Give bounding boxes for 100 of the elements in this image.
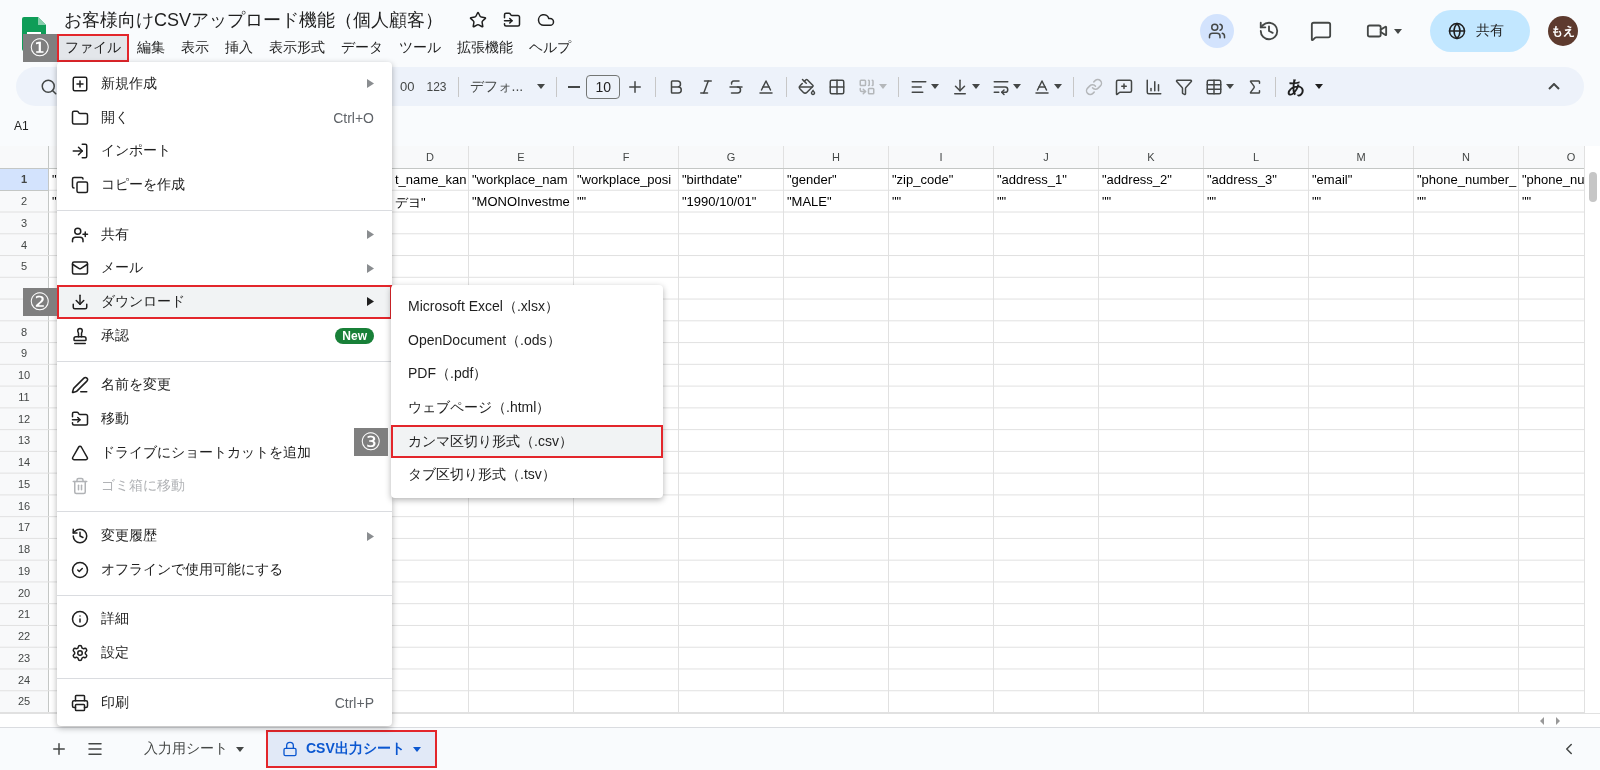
menu-item[interactable]: PDF（.pdf） — [391, 357, 663, 392]
scrollbar-thumb[interactable] — [1588, 172, 1597, 202]
menu-bar-item[interactable]: 挿入 — [217, 34, 261, 62]
row-header[interactable]: 11 — [0, 386, 49, 409]
menu-item[interactable]: インポート — [57, 134, 189, 169]
table-cell-text: "" — [1101, 192, 1113, 211]
column-header[interactable]: L — [1204, 146, 1309, 169]
menu-item[interactable]: 共有 — [57, 217, 392, 252]
column-header[interactable]: E — [469, 146, 574, 169]
menu-item[interactable]: ダウンロード — [57, 285, 392, 319]
row-header[interactable]: 14 — [0, 451, 49, 474]
menu-item[interactable]: 印刷 Ctrl+P — [57, 686, 392, 720]
people-button[interactable] — [1200, 14, 1234, 48]
column-header[interactable]: H — [784, 146, 889, 169]
table-cell-text: "address_1" — [996, 171, 1068, 189]
menu-bar-item[interactable]: 表示形式 — [261, 34, 333, 62]
import-arrow-icon — [71, 142, 89, 161]
download-icon — [71, 292, 89, 311]
row-header[interactable]: 25 — [0, 691, 49, 713]
column-header[interactable]: N — [1414, 146, 1519, 169]
row-header[interactable]: 1 — [0, 169, 49, 191]
menu-item[interactable]: タブ区切り形式（.tsv） — [391, 458, 663, 493]
menu-item[interactable]: 承認 New — [57, 318, 392, 353]
menu-item[interactable]: 移動 — [57, 402, 147, 436]
menu-item[interactable]: ウェブページ（.html） — [391, 391, 663, 425]
menu-bar-item[interactable]: データ — [333, 34, 391, 62]
menu-item[interactable]: ドライブにショートカットを追加 — [57, 435, 329, 470]
decimal-button[interactable]: 00 — [394, 72, 421, 101]
row-header[interactable]: 21 — [0, 604, 49, 626]
document-title[interactable]: お客様向けCSVアップロード機能（個人顧客） — [64, 8, 443, 32]
all-sheets-button[interactable] — [86, 740, 104, 758]
triangle-icon — [71, 443, 89, 462]
add-sheet-button[interactable] — [50, 740, 68, 758]
cloud-icon[interactable] — [537, 11, 555, 29]
table-cell-text: "birthdate" — [681, 171, 743, 189]
row-header[interactable]: 3 — [0, 212, 49, 235]
menu-item[interactable]: OpenDocument（.ods） — [391, 323, 663, 358]
font-size-field[interactable]: 10 — [586, 74, 621, 99]
menu-item[interactable]: カンマ区切り形式（.csv） — [391, 424, 663, 459]
row-header[interactable]: 15 — [0, 473, 49, 496]
share-button[interactable]: 共有 — [1430, 10, 1530, 52]
row-header[interactable]: 5 — [0, 256, 49, 278]
menu-item[interactable]: 変更履歴 — [57, 519, 392, 553]
row-header[interactable]: 18 — [0, 538, 49, 561]
menu-bar-item[interactable]: 拡張機能 — [449, 34, 521, 62]
shortcut-text: Ctrl+O — [333, 109, 374, 126]
row-header[interactable]: 22 — [0, 625, 49, 648]
move-folder-icon[interactable] — [503, 11, 521, 29]
row-header[interactable]: 13 — [0, 430, 49, 452]
menu-item[interactable]: Microsoft Excel（.xlsx） — [391, 290, 663, 324]
menu-bar-item[interactable]: ツール — [391, 34, 449, 62]
menu-bar-item[interactable]: ヘルプ — [521, 34, 579, 62]
search-icon — [40, 77, 58, 96]
column-header[interactable]: F — [574, 146, 679, 169]
column-header[interactable]: O — [1519, 146, 1584, 169]
text-rotation-icon — [1033, 77, 1052, 96]
table-cell-text: "address_2" — [1101, 171, 1173, 189]
caret-icon — [1394, 28, 1402, 34]
menu-bar-item[interactable]: 編集 — [129, 34, 173, 62]
number-format-button[interactable]: 123 — [420, 72, 453, 101]
row-header[interactable]: 2 — [0, 190, 49, 213]
star-icon[interactable] — [469, 11, 487, 29]
row-header[interactable]: 9 — [0, 343, 49, 365]
sheet-tab[interactable]: CSV出力シート — [266, 730, 437, 768]
menu-item[interactable]: 名前を変更 — [57, 368, 189, 403]
row-header[interactable]: 16 — [0, 495, 49, 517]
input-tools-button[interactable]: あ — [1281, 72, 1330, 101]
menu-bar-item[interactable]: ファイル — [57, 34, 129, 62]
menu-item[interactable]: オフラインで使用可能にする — [57, 552, 301, 587]
menu-item[interactable]: コピーを作成 — [57, 168, 203, 202]
caret-icon — [236, 746, 244, 752]
sheet-tab[interactable]: 入力用シート — [128, 730, 260, 768]
menu-item[interactable]: 新規作成 — [57, 67, 392, 101]
column-header[interactable]: J — [994, 146, 1099, 169]
menu-item[interactable]: 設定 — [57, 636, 147, 670]
row-header[interactable]: 8 — [0, 321, 49, 343]
table-cell-text: t_name_kan — [394, 171, 468, 189]
menu-bar-item[interactable]: 表示 — [173, 34, 217, 62]
row-header[interactable]: 4 — [0, 234, 49, 256]
row-header[interactable]: 20 — [0, 582, 49, 604]
menu-item[interactable]: 詳細 — [57, 602, 147, 637]
name-box[interactable]: A1 — [14, 119, 29, 133]
column-header[interactable]: D — [392, 146, 469, 169]
column-header[interactable]: K — [1099, 146, 1204, 169]
row-header[interactable]: 23 — [0, 647, 49, 670]
column-header[interactable]: G — [679, 146, 784, 169]
row-header[interactable]: 10 — [0, 364, 49, 387]
copy-icon — [71, 175, 89, 194]
column-header[interactable]: M — [1309, 146, 1414, 169]
row-header[interactable]: 19 — [0, 560, 49, 583]
menu-item[interactable]: メール — [57, 251, 392, 286]
table-cell-text: "" — [1416, 192, 1428, 211]
row-header[interactable]: 17 — [0, 517, 49, 539]
mail-icon — [71, 259, 89, 278]
menu-item[interactable]: 開く Ctrl+O — [57, 100, 392, 135]
font-dropdown[interactable]: デフォ... — [463, 72, 552, 101]
avatar[interactable]: もえ — [1548, 16, 1578, 46]
row-header[interactable]: 24 — [0, 669, 49, 691]
row-header[interactable]: 12 — [0, 408, 49, 430]
column-header[interactable]: I — [889, 146, 994, 169]
